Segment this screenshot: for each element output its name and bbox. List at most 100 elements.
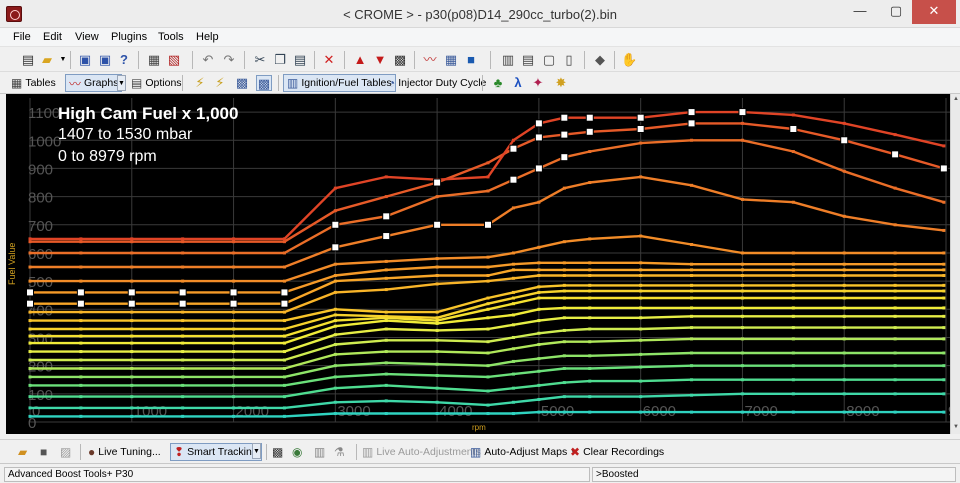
- data-point[interactable]: [791, 326, 795, 330]
- data-point[interactable]: [842, 364, 846, 368]
- datalog-view-icon[interactable]: ▢: [541, 52, 557, 68]
- data-point[interactable]: [435, 319, 439, 323]
- data-point[interactable]: [562, 395, 566, 399]
- data-point[interactable]: [486, 175, 490, 179]
- data-point[interactable]: [333, 386, 337, 390]
- data-point[interactable]: [333, 313, 337, 317]
- data-point[interactable]: [435, 282, 439, 286]
- data-point[interactable]: [690, 393, 694, 397]
- data-point[interactable]: [942, 378, 946, 382]
- data-point[interactable]: [562, 261, 566, 265]
- data-point[interactable]: [740, 197, 744, 201]
- data-point[interactable]: [79, 341, 83, 345]
- data-point[interactable]: [486, 351, 490, 355]
- data-point[interactable]: [562, 410, 566, 414]
- data-point[interactable]: [232, 366, 236, 370]
- datalog-globe-icon[interactable]: ◉: [292, 444, 302, 460]
- selected-cell-marker[interactable]: [636, 113, 645, 122]
- data-point[interactable]: [690, 296, 694, 300]
- datalog-flask-icon[interactable]: ⚗: [334, 444, 345, 460]
- data-point[interactable]: [181, 395, 185, 399]
- data-point[interactable]: [384, 288, 388, 292]
- data-point[interactable]: [639, 261, 643, 265]
- data-point[interactable]: [130, 366, 134, 370]
- data-point[interactable]: [181, 366, 185, 370]
- data-point[interactable]: [740, 121, 744, 125]
- data-point[interactable]: [791, 296, 795, 300]
- data-point[interactable]: [28, 240, 32, 244]
- data-point[interactable]: [79, 319, 83, 323]
- tables-button[interactable]: ▦ Tables: [8, 74, 59, 92]
- flame-icon[interactable]: ✦: [530, 75, 546, 91]
- data-point[interactable]: [79, 406, 83, 410]
- data-point[interactable]: [232, 251, 236, 255]
- data-point[interactable]: [435, 257, 439, 261]
- data-point[interactable]: [690, 183, 694, 187]
- data-point[interactable]: [333, 352, 337, 356]
- data-point[interactable]: [690, 337, 694, 341]
- data-point[interactable]: [181, 406, 185, 410]
- data-point[interactable]: [79, 251, 83, 255]
- data-point[interactable]: [511, 276, 515, 280]
- data-point[interactable]: [28, 251, 32, 255]
- data-point[interactable]: [232, 265, 236, 269]
- data-point[interactable]: [537, 319, 541, 323]
- data-point[interactable]: [842, 262, 846, 266]
- data-point[interactable]: [79, 265, 83, 269]
- data-point[interactable]: [791, 314, 795, 318]
- data-point[interactable]: [537, 290, 541, 294]
- data-point[interactable]: [893, 410, 897, 414]
- data-point[interactable]: [28, 366, 32, 370]
- data-point[interactable]: [486, 296, 490, 300]
- data-point[interactable]: [130, 279, 134, 283]
- data-point[interactable]: [740, 351, 744, 355]
- data-point[interactable]: [942, 314, 946, 318]
- data-point[interactable]: [537, 307, 541, 311]
- data-point[interactable]: [333, 262, 337, 266]
- data-point[interactable]: [435, 412, 439, 416]
- data-point[interactable]: [28, 406, 32, 410]
- data-point[interactable]: [333, 273, 337, 277]
- data-point[interactable]: [384, 383, 388, 387]
- data-point[interactable]: [333, 319, 337, 323]
- data-point[interactable]: [942, 392, 946, 396]
- selected-cell-marker[interactable]: [433, 220, 442, 229]
- data-point[interactable]: [511, 372, 515, 376]
- data-point[interactable]: [181, 334, 185, 338]
- eraser-icon[interactable]: ◆: [592, 52, 608, 68]
- data-point[interactable]: [893, 273, 897, 277]
- data-point[interactable]: [384, 314, 388, 318]
- data-point[interactable]: [28, 414, 32, 418]
- data-point[interactable]: [893, 314, 897, 318]
- graphs-button[interactable]: 〰 Graphs: [65, 74, 123, 92]
- selected-cell-marker[interactable]: [509, 144, 518, 153]
- data-point[interactable]: [384, 276, 388, 280]
- data-point[interactable]: [588, 150, 592, 154]
- data-point[interactable]: [562, 289, 566, 293]
- data-point[interactable]: [588, 283, 592, 287]
- live-auto-adjustments-button[interactable]: ▥ Live Auto-Adjustments: [362, 444, 481, 460]
- data-point[interactable]: [486, 265, 490, 269]
- data-point[interactable]: [842, 289, 846, 293]
- data-point[interactable]: [588, 289, 592, 293]
- data-point[interactable]: [181, 327, 185, 331]
- data-point[interactable]: [562, 316, 566, 320]
- data-point[interactable]: [384, 319, 388, 323]
- data-point[interactable]: [537, 261, 541, 265]
- data-point[interactable]: [942, 364, 946, 368]
- data-point[interactable]: [842, 326, 846, 330]
- data-point[interactable]: [942, 326, 946, 330]
- options-button[interactable]: ▤ Options: [128, 74, 185, 92]
- data-point[interactable]: [384, 338, 388, 342]
- data-point[interactable]: [562, 186, 566, 190]
- data-point[interactable]: [740, 306, 744, 310]
- data-point[interactable]: [282, 251, 286, 255]
- graphs-dropdown[interactable]: ▼: [117, 75, 126, 91]
- map-icon[interactable]: ■: [463, 52, 479, 68]
- remove-file-icon[interactable]: ▧: [166, 52, 182, 68]
- data-point[interactable]: [333, 186, 337, 190]
- save-as-icon[interactable]: ▣: [97, 52, 113, 68]
- data-point[interactable]: [282, 358, 286, 362]
- data-point[interactable]: [282, 366, 286, 370]
- table-icon[interactable]: ▦: [443, 52, 459, 68]
